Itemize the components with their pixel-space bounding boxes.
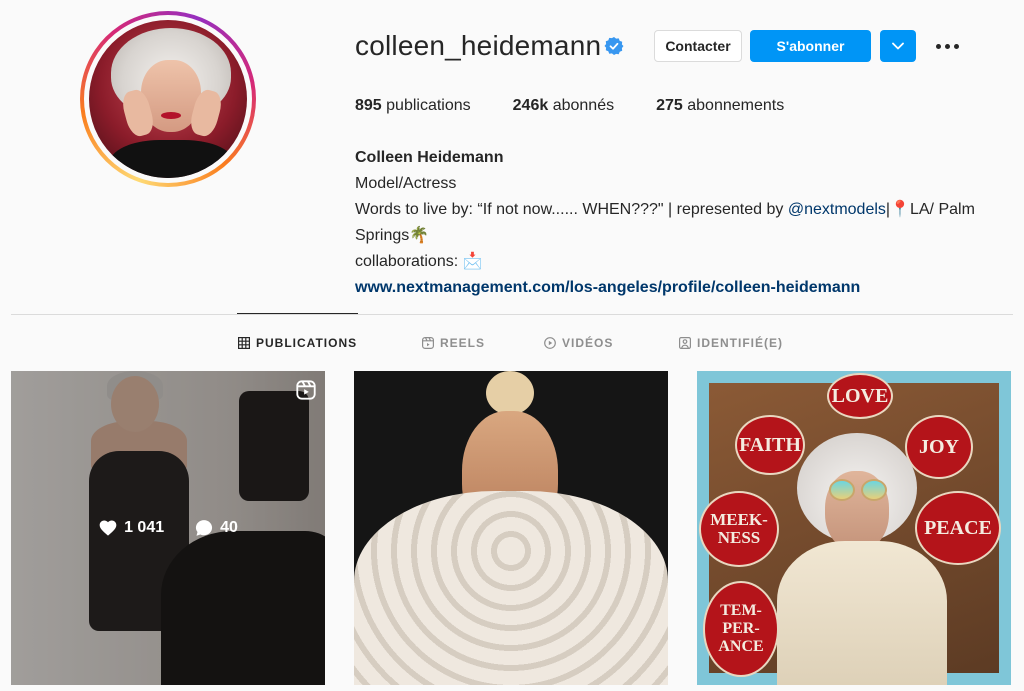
post-tile-3[interactable]: LOVE FAITH JOY MEEK-NESS PEACE TEM-PER-A… bbox=[697, 371, 1011, 685]
follow-button[interactable]: S'abonner bbox=[750, 30, 871, 62]
more-dot bbox=[953, 43, 959, 49]
grid-icon bbox=[238, 337, 250, 349]
reel-badge-icon bbox=[296, 380, 316, 400]
post-tile-1[interactable]: 1 041 40 bbox=[11, 371, 325, 685]
comments-stat: 40 bbox=[194, 518, 238, 538]
posts-stat: 895 publications bbox=[355, 97, 471, 115]
section-divider bbox=[11, 314, 1013, 315]
comments-count: 40 bbox=[220, 519, 238, 536]
sign-meekness: MEEK-NESS bbox=[699, 491, 779, 567]
following-stat[interactable]: 275 abonnements bbox=[656, 97, 784, 115]
followers-label: abonnés bbox=[552, 97, 615, 114]
more-options-icon[interactable] bbox=[934, 34, 960, 58]
sign-joy: JOY bbox=[905, 415, 973, 479]
profile-bio: Colleen Heidemann Model/Actress Words to… bbox=[355, 145, 1015, 301]
bio-text: Words to live by: “If not now...... WHEN… bbox=[355, 197, 1015, 249]
active-tab-indicator bbox=[237, 313, 358, 314]
following-label: abonnements bbox=[687, 97, 785, 114]
category: Model/Actress bbox=[355, 175, 457, 192]
avatar-inner-border bbox=[84, 15, 252, 183]
suggestions-dropdown-button[interactable] bbox=[880, 30, 916, 62]
tab-label: REELS bbox=[440, 336, 486, 350]
sign-peace: PEACE bbox=[915, 491, 1001, 565]
post-hover-overlay: 1 041 40 bbox=[11, 371, 325, 685]
sign-love: LOVE bbox=[827, 373, 893, 419]
sign-faith: FAITH bbox=[735, 415, 805, 475]
posts-count: 895 bbox=[355, 97, 382, 114]
bio-mention-link[interactable]: @nextmodels bbox=[788, 201, 886, 218]
followers-count: 246k bbox=[512, 97, 549, 114]
followers-stat[interactable]: 246k abonnés bbox=[513, 97, 614, 115]
tab-label: VIDÉOS bbox=[562, 336, 614, 350]
tab-tagged[interactable]: IDENTIFIÉ(E) bbox=[679, 336, 783, 350]
tab-publications[interactable]: PUBLICATIONS bbox=[238, 336, 357, 350]
reels-icon bbox=[422, 337, 434, 349]
more-dot bbox=[935, 43, 941, 49]
bio-website-link[interactable]: www.nextmanagement.com/los-angeles/profi… bbox=[355, 275, 1015, 301]
comment-icon bbox=[196, 520, 213, 536]
avatar-sweater bbox=[109, 140, 235, 178]
tagged-icon bbox=[679, 337, 691, 349]
username: colleen_heidemann bbox=[355, 30, 602, 61]
sign-temperance: TEM-PER-ANCE bbox=[703, 581, 779, 677]
profile-avatar[interactable] bbox=[80, 11, 256, 187]
post-tile-2[interactable] bbox=[354, 371, 668, 685]
likes-stat: 1 041 bbox=[98, 518, 164, 538]
bio-line-prefix: Words to live by: “If not now...... WHEN… bbox=[355, 201, 788, 218]
sunglasses-lens-left bbox=[829, 479, 855, 501]
full-name: Colleen Heidemann bbox=[355, 149, 504, 166]
sunglasses-lens-right bbox=[861, 479, 887, 501]
post-figure-hair-bun bbox=[486, 371, 534, 415]
play-icon bbox=[544, 337, 556, 349]
post-figure-jacket bbox=[777, 541, 947, 685]
profile-stats: 895 publications 246k abonnés 275 abonne… bbox=[355, 97, 826, 115]
post-knit-wrap bbox=[354, 491, 668, 685]
verified-badge-icon bbox=[604, 37, 624, 55]
more-dot bbox=[944, 43, 950, 49]
profile-tabs: PUBLICATIONS REELS VIDÉOS IDENTIFIÉ(E) bbox=[0, 336, 1024, 352]
tab-label: IDENTIFIÉ(E) bbox=[697, 336, 783, 350]
posts-label: publications bbox=[386, 97, 471, 114]
avatar-image bbox=[89, 20, 247, 178]
chevron-down-icon bbox=[892, 42, 904, 50]
following-count: 275 bbox=[656, 97, 683, 114]
avatar-lips bbox=[161, 112, 181, 119]
tab-label: PUBLICATIONS bbox=[256, 336, 358, 350]
tab-reels[interactable]: REELS bbox=[422, 336, 485, 350]
tab-videos[interactable]: VIDÉOS bbox=[544, 336, 613, 350]
likes-count: 1 041 bbox=[124, 519, 165, 536]
bio-collaborations: collaborations: 📩 bbox=[355, 253, 483, 270]
heart-icon bbox=[99, 520, 117, 536]
contact-button[interactable]: Contacter bbox=[654, 30, 742, 62]
